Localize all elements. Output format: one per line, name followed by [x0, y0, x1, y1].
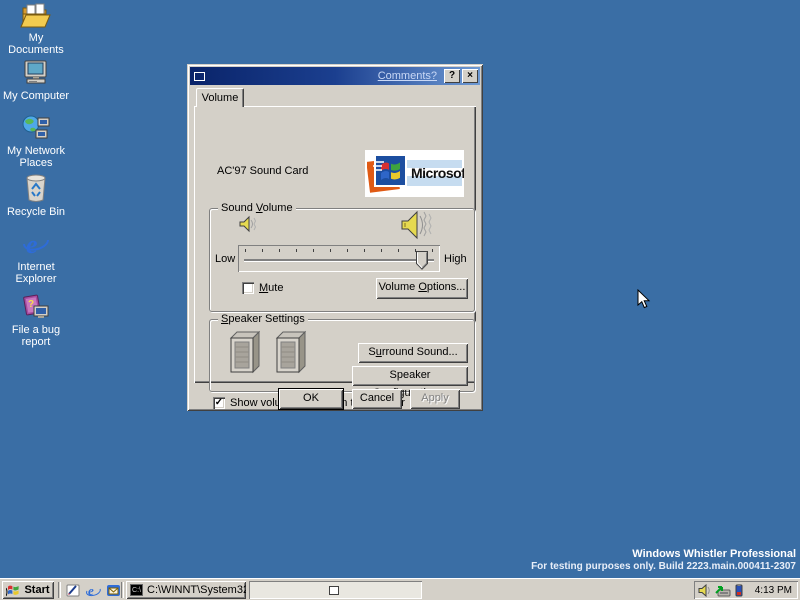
window-icon	[194, 72, 205, 81]
tray-remove-hardware-icon[interactable]	[715, 584, 731, 597]
taskbar: Start e C:\ C:\WINNT\	[0, 578, 800, 600]
my-network-places-icon	[21, 115, 51, 142]
volume-options-button[interactable]: Volume Options...	[376, 278, 468, 299]
ok-button[interactable]: OK	[279, 389, 343, 409]
os-watermark: Windows Whistler Professional For testin…	[531, 548, 796, 573]
desktop-icon-label: My Computer	[0, 90, 72, 102]
svg-text:?: ?	[28, 299, 34, 310]
slider-channel	[244, 259, 434, 262]
device-name: AC'97 Sound Card	[217, 165, 308, 177]
desktop-icon-my-documents[interactable]: My Documents	[0, 2, 72, 56]
os-watermark-line1: Windows Whistler Professional	[531, 548, 796, 561]
mute-checkbox[interactable]: Mute	[242, 282, 283, 294]
windows-flag-logo-icon	[367, 152, 410, 195]
volume-properties-dialog: Comments? ? × Volume AC'97 Sound Card	[187, 64, 483, 411]
tab-volume[interactable]: Volume	[196, 88, 244, 107]
slider-ticks	[245, 249, 433, 252]
command-prompt-icon: C:\	[130, 584, 143, 596]
slider-high-label: High	[444, 253, 467, 265]
surround-sound-button[interactable]: Surround Sound...	[358, 343, 468, 363]
help-button[interactable]: ?	[444, 69, 460, 83]
speaker-settings-group: Speaker Settings Surround Sound... S	[209, 319, 475, 392]
outlook-express-icon	[106, 583, 121, 598]
tab-page: AC'97 Sound Card Microsoft	[194, 106, 476, 383]
my-computer-icon	[21, 60, 51, 87]
desktop-icon-file-a-bug-report[interactable]: ? File a bug report	[0, 294, 72, 348]
volume-slider[interactable]	[238, 245, 440, 272]
window-icon	[329, 586, 339, 595]
svg-text:e: e	[26, 231, 38, 258]
bug-report-icon: ?	[21, 294, 51, 321]
task-button-label: C:\WINNT\System32\cmd.e	[147, 584, 246, 596]
speaker-image	[274, 329, 306, 375]
cancel-button[interactable]: Cancel	[352, 389, 402, 409]
close-button[interactable]: ×	[462, 69, 478, 83]
speaker-image	[228, 329, 260, 375]
mouse-cursor	[637, 289, 651, 310]
comments-link[interactable]: Comments?	[378, 70, 437, 82]
desktop-icon-my-network-places[interactable]: My Network Places	[0, 115, 72, 169]
clock: 4:13 PM	[755, 585, 792, 596]
windows-logo-icon	[6, 584, 21, 597]
taskbar-separator	[121, 582, 124, 598]
recycle-bin-icon	[23, 173, 49, 203]
desktop: My Documents My Computer My Network Plac…	[0, 0, 800, 600]
desktop-icon-label: Recycle Bin	[0, 206, 72, 218]
sound-volume-group-label: Sound Volume	[218, 202, 296, 215]
apply-button[interactable]: Apply	[410, 389, 460, 409]
sound-volume-group: Sound Volume Low High	[209, 208, 475, 312]
task-button-cmd[interactable]: C:\ C:\WINNT\System32\cmd.e	[126, 581, 246, 599]
os-watermark-line2: For testing purposes only. Build 2223.ma…	[531, 561, 796, 573]
show-volume-checkbox-box: ✓	[213, 397, 225, 409]
internet-explorer-launch-button[interactable]: e	[83, 581, 103, 599]
microsoft-logo: Microsoft	[365, 150, 464, 197]
internet-explorer-icon: e	[86, 583, 101, 598]
tray-battery-icon[interactable]	[734, 584, 744, 597]
microsoft-logo-text: Microsoft	[411, 165, 464, 181]
speaker-configuration-button[interactable]: Speaker Configuration...	[352, 366, 468, 386]
task-button-volume-dialog[interactable]	[249, 581, 422, 599]
taskbar-separator	[58, 582, 61, 598]
internet-explorer-icon: e	[22, 231, 50, 258]
desktop-icon-internet-explorer[interactable]: e Internet Explorer	[0, 231, 72, 285]
desktop-icon-label: My Documents	[0, 32, 72, 56]
my-documents-icon	[20, 2, 52, 29]
slider-low-label: Low	[215, 253, 235, 265]
volume-slider-thumb[interactable]	[416, 251, 428, 270]
show-desktop-icon	[66, 583, 81, 598]
mute-checkbox-label: Mute	[259, 282, 283, 294]
mute-checkbox-box	[242, 282, 254, 294]
speaker-settings-group-label: Speaker Settings	[218, 313, 308, 326]
speaker-quiet-icon	[238, 215, 258, 233]
show-desktop-button[interactable]	[63, 581, 83, 599]
tray-volume-icon[interactable]	[698, 584, 712, 597]
start-button[interactable]: Start	[2, 581, 54, 599]
speaker-loud-icon	[400, 210, 434, 240]
desktop-icon-my-computer[interactable]: My Computer	[0, 60, 72, 102]
desktop-icon-label: My Network Places	[0, 145, 72, 169]
desktop-icon-label: Internet Explorer	[0, 261, 72, 285]
desktop-icon-label: File a bug report	[0, 324, 72, 348]
outlook-express-launch-button[interactable]	[103, 581, 123, 599]
dialog-titlebar[interactable]: Comments? ? ×	[190, 67, 480, 85]
start-button-label: Start	[24, 584, 49, 596]
system-tray: 4:13 PM	[694, 581, 798, 599]
desktop-icon-recycle-bin[interactable]: Recycle Bin	[0, 173, 72, 218]
